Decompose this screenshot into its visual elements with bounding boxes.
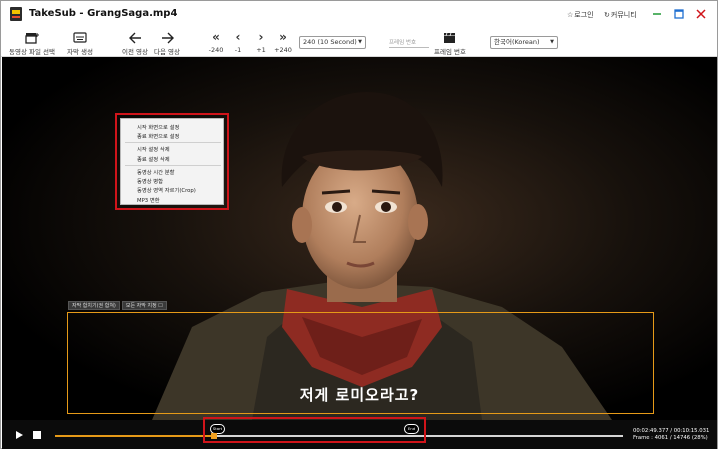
frame-number-label: 프레임 번호 <box>434 48 466 56</box>
prev-video-label: 이전 영상 <box>122 48 148 56</box>
window-title: TakeSub - GrangSaga.mp4 <box>29 8 177 19</box>
step-forward-1-label: +1 <box>256 46 266 54</box>
frame-number-placeholder: 프레임 번호 <box>389 40 417 46</box>
menu-item-merge-video[interactable]: 동영상 병합 <box>137 177 163 185</box>
menu-separator <box>125 165 221 166</box>
open-video-label: 동영상 파일 선택 <box>9 48 55 56</box>
step-back-1-label: -1 <box>234 46 242 54</box>
menu-item-delete-start[interactable]: 시작 설정 삭제 <box>137 145 170 153</box>
select-all-subtitle-chip[interactable]: 모든 자막 지정 ☐ <box>121 301 167 310</box>
maximize-button[interactable] <box>672 7 686 21</box>
frame-text: Frame : 4061 / 14746 (28%) <box>633 435 708 441</box>
checkbox-icon: ☐ <box>158 303 163 309</box>
step-forward-1-button[interactable]: › +1 <box>249 30 273 55</box>
time-text: 00:02:49.377 / 00:10:15.031 <box>633 428 710 434</box>
time-readout: 00:02:49.377 / 00:10:15.031 Frame : 4061… <box>633 428 709 442</box>
community-label: 커뮤니티 <box>610 11 637 19</box>
login-label: 로그인 <box>574 11 594 19</box>
step-forward-240-button[interactable]: » +240 <box>271 30 295 55</box>
app-logo-icon <box>10 7 22 21</box>
range-highlight <box>203 417 426 443</box>
create-subtitle-label: 자막 생성 <box>67 48 93 56</box>
step-size-value: 240 (10 Second) <box>303 38 357 46</box>
subtitle-text: 저게 로미오라고? <box>299 386 420 404</box>
chevron-left-icon: ‹ <box>235 30 241 44</box>
arrow-right-icon <box>161 32 174 43</box>
language-select[interactable]: 한국어(Korean) ▼ <box>490 36 558 49</box>
community-link[interactable]: ↻ 커뮤니티 <box>604 10 637 20</box>
end-marker[interactable]: End <box>404 424 419 434</box>
menu-item-mp3-convert[interactable]: MP3 변환 <box>137 196 160 204</box>
double-chevron-right-icon: » <box>279 30 287 44</box>
play-icon[interactable] <box>16 431 23 439</box>
file-name: GrangSaga.mp4 <box>87 8 178 19</box>
caret-down-icon: ▼ <box>550 39 554 45</box>
title-separator: - <box>75 8 88 19</box>
playhead[interactable] <box>211 433 217 439</box>
title-bar: TakeSub - GrangSaga.mp4 ☆ 로그인 ↻ 커뮤니티 <box>1 1 717 29</box>
refresh-icon: ↻ <box>604 11 610 19</box>
language-value: 한국어(Korean) <box>494 38 540 46</box>
menu-item-delete-end[interactable]: 종료 설정 삭제 <box>137 155 170 163</box>
frame-number-button[interactable]: 프레임 번호 <box>434 31 466 56</box>
menu-item-set-end-frame[interactable]: 종료 화면으로 설정 <box>137 132 179 140</box>
clapperboard-icon <box>25 32 39 44</box>
caret-down-icon: ▼ <box>358 39 362 45</box>
context-menu: 시작 화면으로 설정 종료 화면으로 설정 시작 설정 삭제 종료 설정 삭제 … <box>120 118 224 205</box>
app-name: TakeSub <box>29 8 76 19</box>
step-back-240-label: -240 <box>208 46 224 54</box>
login-link[interactable]: ☆ 로그인 <box>567 10 594 20</box>
star-icon: ☆ <box>567 11 574 19</box>
select-all-subtitle-label: 모든 자막 지정 <box>125 303 157 309</box>
next-video-button[interactable]: 다음 영상 <box>154 31 180 56</box>
player-controls: Start End 00:02:49.377 / 00:10:15.031 Fr… <box>2 417 717 449</box>
minimize-button[interactable] <box>650 7 664 21</box>
prev-video-button[interactable]: 이전 영상 <box>122 31 148 56</box>
chevron-right-icon: › <box>258 30 264 44</box>
subtitle-controls: 자막 합치기(권 합쳐) 모든 자막 지정 ☐ <box>68 301 167 310</box>
open-video-button[interactable]: 동영상 파일 선택 <box>9 31 55 56</box>
frame-number-field[interactable]: 프레임 번호 <box>389 38 429 48</box>
create-subtitle-button[interactable]: 자막 생성 <box>67 31 93 56</box>
subtitle-icon <box>73 32 87 43</box>
menu-item-split-video[interactable]: 동영상 시간 분할 <box>137 168 174 176</box>
merge-subtitle-chip[interactable]: 자막 합치기(권 합쳐) <box>68 301 120 310</box>
arrow-left-icon <box>128 32 141 43</box>
app-window: TakeSub - GrangSaga.mp4 ☆ 로그인 ↻ 커뮤니티 동영상… <box>0 0 718 449</box>
film-clapper-icon <box>443 32 455 43</box>
stop-icon[interactable] <box>33 431 41 439</box>
close-button[interactable] <box>694 7 708 21</box>
step-forward-240-label: +240 <box>274 46 292 54</box>
next-video-label: 다음 영상 <box>154 48 180 56</box>
step-back-240-button[interactable]: « -240 <box>204 30 228 55</box>
menu-separator <box>125 142 221 143</box>
double-chevron-left-icon: « <box>212 30 220 44</box>
menu-item-crop-video[interactable]: 동영상 영역 자르기(Crop) <box>137 186 196 194</box>
step-size-select[interactable]: 240 (10 Second) ▼ <box>299 36 366 49</box>
toolbar: 동영상 파일 선택 자막 생성 이전 영상 다음 영상 « -240 ‹ -1 … <box>1 29 717 57</box>
menu-item-set-start-frame[interactable]: 시작 화면으로 설정 <box>137 123 179 131</box>
video-player-area[interactable]: 시작 화면으로 설정 종료 화면으로 설정 시작 설정 삭제 종료 설정 삭제 … <box>2 57 717 420</box>
step-back-1-button[interactable]: ‹ -1 <box>226 30 250 55</box>
seek-bar-progress <box>55 435 215 437</box>
